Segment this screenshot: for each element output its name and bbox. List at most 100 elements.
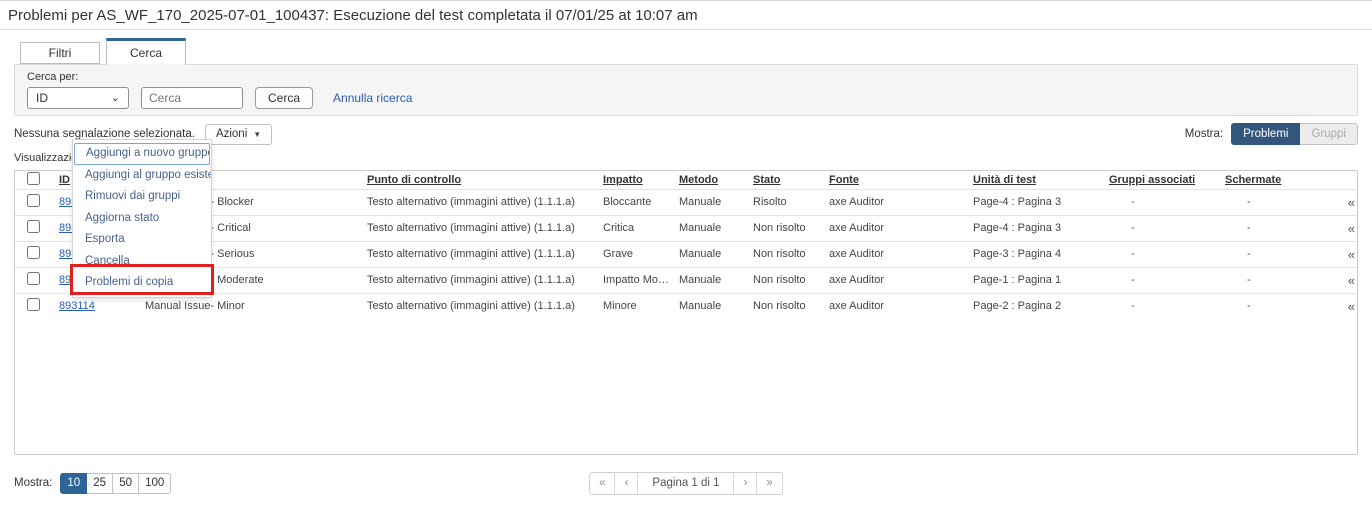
page-size-label: Mostra: [14, 477, 52, 489]
search-field-selected-value: ID [36, 91, 48, 105]
search-input[interactable] [141, 87, 243, 109]
table-row: 893112 Manual Issue- Serious Testo alter… [15, 241, 1358, 267]
table-header-row: ID Punto di controllo Impatto Metodo Sta… [15, 171, 1358, 189]
table-row: 893113 Manual Issue- Moderate Testo alte… [15, 267, 1358, 293]
page-size-50-button[interactable]: 50 [113, 473, 139, 494]
menu-item-esporta[interactable]: Esporta [73, 229, 211, 251]
issue-status: Non risolto [749, 293, 825, 319]
column-header-unita-di-test[interactable]: Unità di test [973, 174, 1036, 186]
menu-item-problemi-di-copia[interactable]: Problemi di copia [73, 272, 211, 294]
previous-page-button[interactable]: ‹ [616, 472, 639, 495]
actions-row: Nessuna segnalazione selezionata. Azioni… [14, 123, 1358, 145]
table-row: 893110 Manual Issue- Blocker Testo alter… [15, 189, 1358, 215]
issue-screenshots: - [1221, 267, 1331, 293]
row-checkbox[interactable] [27, 246, 40, 259]
collapse-row-icon[interactable]: « [1348, 221, 1355, 236]
issue-groups: - [1105, 215, 1221, 241]
next-page-button[interactable]: › [735, 472, 758, 495]
actions-button-label: Azioni [216, 128, 247, 140]
issue-impact: Minore [599, 293, 675, 319]
collapse-row-icon[interactable]: « [1348, 299, 1355, 314]
column-header-schermate[interactable]: Schermate [1225, 174, 1281, 186]
issue-groups: - [1105, 241, 1221, 267]
column-header-metodo[interactable]: Metodo [679, 174, 718, 186]
page-size-group: 10 25 50 100 [60, 473, 171, 494]
search-button[interactable]: Cerca [255, 87, 313, 109]
issue-id-link[interactable]: 893114 [59, 300, 95, 312]
issue-screenshots: - [1221, 215, 1331, 241]
issue-status: Non risolto [749, 267, 825, 293]
issue-method: Manuale [675, 293, 749, 319]
issue-method: Manuale [675, 241, 749, 267]
search-by-label: Cerca per: [27, 71, 1345, 83]
issue-checkpoint: Testo alternativo (immagini attive) (1.1… [359, 267, 599, 293]
tab-filtri[interactable]: Filtri [20, 42, 100, 64]
menu-item-aggiorna-stato[interactable]: Aggiorna stato [73, 208, 211, 230]
show-problemi-button[interactable]: Problemi [1231, 123, 1300, 145]
issue-status: Non risolto [749, 241, 825, 267]
tab-bar: Filtri Cerca [20, 37, 1372, 64]
issue-checkpoint: Testo alternativo (immagini attive) (1.1… [359, 189, 599, 215]
show-label: Mostra: [1185, 128, 1223, 140]
select-all-checkbox[interactable] [27, 172, 40, 185]
collapse-row-icon[interactable]: « [1348, 247, 1355, 262]
issue-impact: Critica [599, 215, 675, 241]
column-header-id[interactable]: ID [59, 174, 70, 186]
row-checkbox[interactable] [27, 298, 40, 311]
page-size-100-button[interactable]: 100 [139, 473, 171, 494]
issue-test-unit: Page-1 : Pagina 1 [969, 267, 1105, 293]
search-field-select[interactable]: ID ⌄ [27, 87, 129, 109]
issue-checkpoint: Testo alternativo (immagini attive) (1.1… [359, 215, 599, 241]
issue-test-unit: Page-4 : Pagina 3 [969, 189, 1105, 215]
issue-source: axe Auditor [825, 215, 969, 241]
column-header-punto-di-controllo[interactable]: Punto di controllo [367, 174, 461, 186]
row-checkbox[interactable] [27, 220, 40, 233]
issue-method: Manuale [675, 215, 749, 241]
bottom-bar: Mostra: 10 25 50 100 « ‹ Pagina 1 di 1 ›… [14, 471, 1358, 495]
issue-groups: - [1105, 267, 1221, 293]
issue-checkpoint: Testo alternativo (immagini attive) (1.1… [359, 293, 599, 319]
column-header-fonte[interactable]: Fonte [829, 174, 859, 186]
issue-status: Risolto [749, 189, 825, 215]
cancel-search-link[interactable]: Annulla ricerca [333, 91, 412, 105]
show-gruppi-button[interactable]: Gruppi [1300, 123, 1358, 145]
menu-item-cancella[interactable]: Cancella [73, 251, 211, 273]
actions-dropdown-button[interactable]: Azioni ▼ [205, 124, 272, 145]
issue-source: axe Auditor [825, 189, 969, 215]
issue-test-unit: Page-3 : Pagina 4 [969, 241, 1105, 267]
page-status-text: Pagina 1 di 1 [638, 472, 734, 495]
visualizzazione-label: Visualizzazione: [14, 152, 1358, 165]
row-checkbox[interactable] [27, 194, 40, 207]
column-header-stato[interactable]: Stato [753, 174, 781, 186]
issue-screenshots: - [1221, 293, 1331, 319]
issue-source: axe Auditor [825, 293, 969, 319]
menu-item-aggiungi-a-nuovo-gruppo[interactable]: Aggiungi a nuovo gruppo [74, 143, 210, 165]
issue-method: Manuale [675, 267, 749, 293]
collapse-row-icon[interactable]: « [1348, 273, 1355, 288]
column-header-impatto[interactable]: Impatto [603, 174, 643, 186]
search-panel: Cerca per: ID ⌄ Cerca Annulla ricerca [14, 64, 1358, 116]
page-size-25-button[interactable]: 25 [87, 473, 113, 494]
table-row: 893114 Manual Issue- Minor Testo alterna… [15, 293, 1358, 319]
last-page-button[interactable]: » [757, 472, 782, 495]
issue-screenshots: - [1221, 189, 1331, 215]
issue-test-unit: Page-2 : Pagina 2 [969, 293, 1105, 319]
issue-test-unit: Page-4 : Pagina 3 [969, 215, 1105, 241]
caret-down-icon: ▼ [253, 130, 261, 139]
row-checkbox[interactable] [27, 272, 40, 285]
issues-table-container: ID Punto di controllo Impatto Metodo Sta… [14, 170, 1358, 455]
issues-table: ID Punto di controllo Impatto Metodo Sta… [15, 171, 1358, 319]
issue-impact: Impatto Moderato [599, 267, 675, 293]
issue-screenshots: - [1221, 241, 1331, 267]
collapse-row-icon[interactable]: « [1348, 195, 1355, 210]
first-page-button[interactable]: « [589, 472, 615, 495]
tab-cerca[interactable]: Cerca [106, 38, 186, 65]
menu-item-rimuovi-dai-gruppi[interactable]: Rimuovi dai gruppi [73, 186, 211, 208]
page-title: Problemi per AS_WF_170_2025-07-01_100437… [8, 7, 1364, 24]
issue-impact: Grave [599, 241, 675, 267]
menu-item-aggiungi-al-gruppo-esistente[interactable]: Aggiungi al gruppo esistente [73, 165, 211, 187]
column-header-gruppi-associati[interactable]: Gruppi associati [1109, 174, 1195, 186]
issue-groups: - [1105, 189, 1221, 215]
page-size-10-button[interactable]: 10 [60, 473, 87, 494]
issue-source: axe Auditor [825, 267, 969, 293]
